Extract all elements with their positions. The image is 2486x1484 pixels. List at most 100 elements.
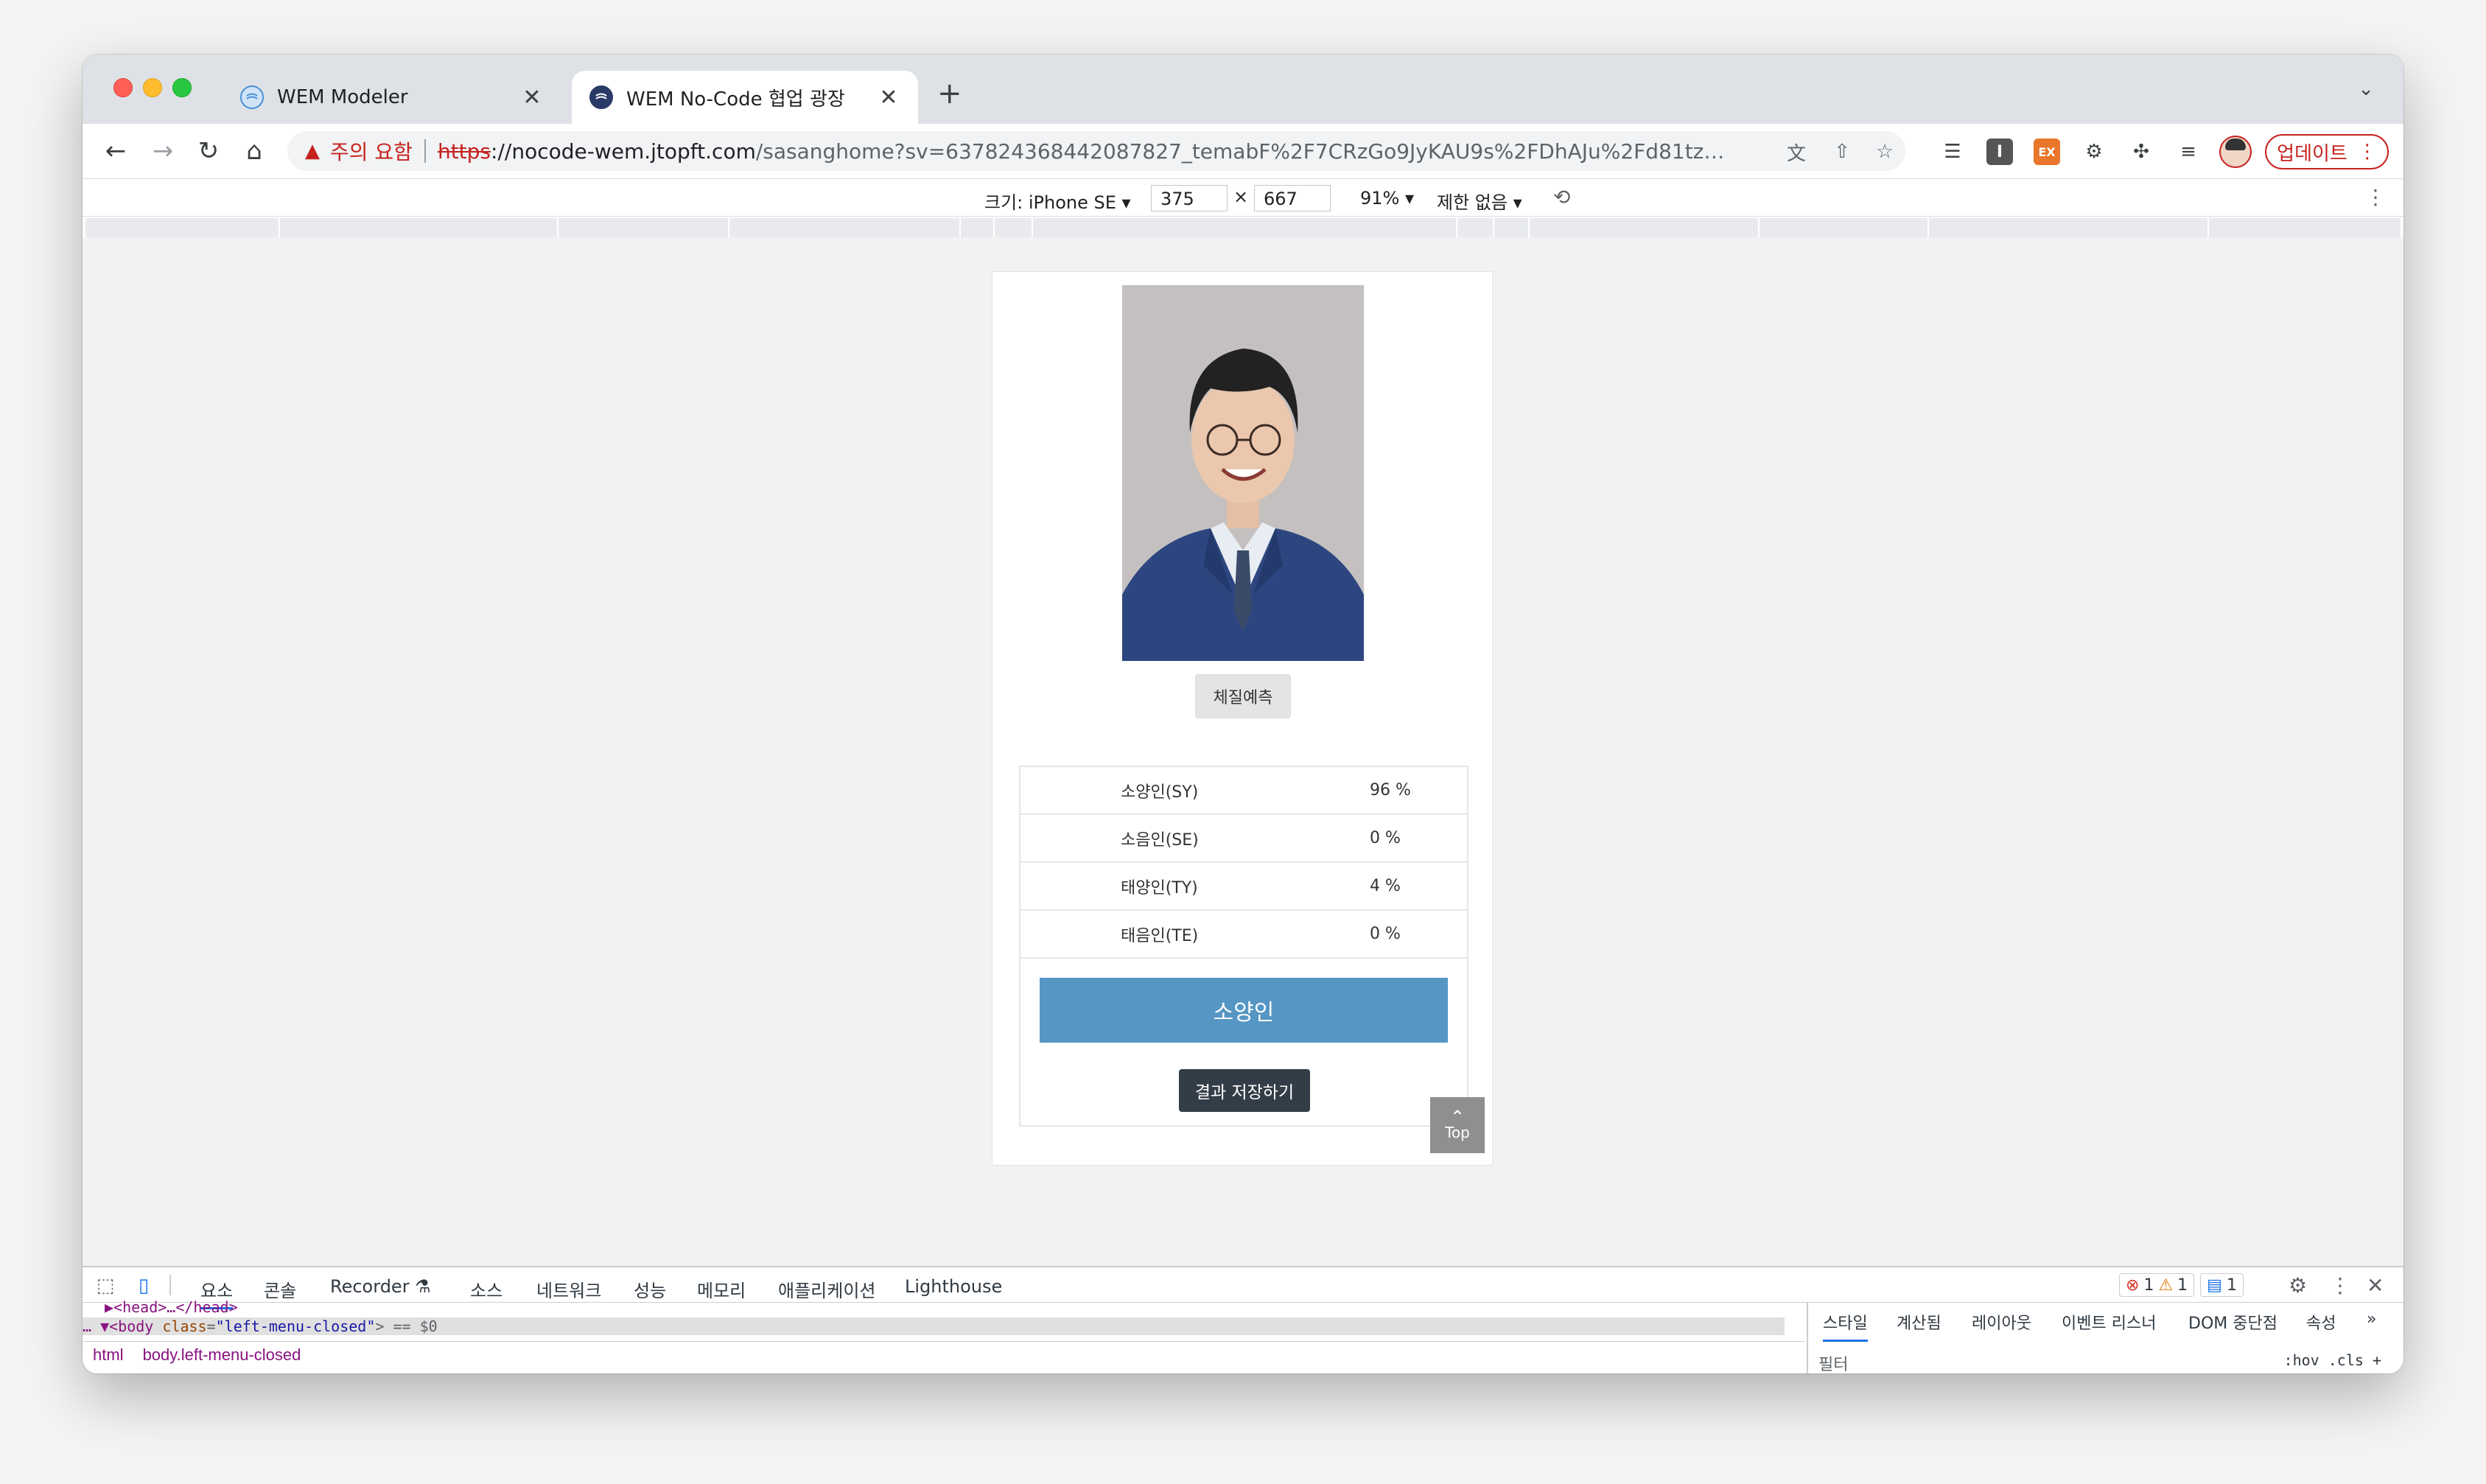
browser-toolbar: ← → ↻ ⌂ ▲ 주의 요함 https ://nocode-wem.jtop… [83, 124, 2403, 178]
code-attr: class [162, 1317, 207, 1335]
devtools-tabbar: ⬚ ▯ 요소 콘솔 Recorder ⚗ 소스 네트워크 성능 메모리 애플리케… [83, 1267, 2403, 1309]
predict-constitution-button[interactable]: 체질예측 [1195, 674, 1291, 718]
mobile-page: 체질예측 소양인(SY) 96 % 소음인(SE) 0 % 태양인(TY) 4 … [992, 271, 1493, 1166]
dom-node-head[interactable]: ▶<head>…</head> [105, 1298, 238, 1316]
tab-wem-modeler[interactable]: WEM Modeler ✕ [223, 71, 561, 124]
result-card: 소양인(SY) 96 % 소음인(SE) 0 % 태양인(TY) 4 % 태음인… [1019, 766, 1468, 1127]
tab-memory[interactable]: 메모리 [697, 1276, 746, 1302]
styles-filter-input[interactable]: 필터 [1818, 1351, 1848, 1373]
more-tabs-icon[interactable]: » [2367, 1310, 2376, 1329]
constitution-percent: 0 % [1370, 925, 1401, 943]
address-bar[interactable]: ▲ 주의 요함 https ://nocode-wem.jtopft.com /… [287, 131, 1905, 171]
gear-icon[interactable]: ⚙ [2081, 139, 2107, 165]
tab-console[interactable]: 콘솔 [264, 1276, 296, 1302]
translate-icon[interactable]: 文 [1783, 139, 1810, 165]
constitution-percent: 0 % [1370, 829, 1401, 847]
kebab-icon: ⋮ [2357, 141, 2377, 163]
zoom-window-button[interactable] [172, 78, 192, 97]
extension-i-icon[interactable]: I [1986, 139, 2013, 165]
chevron-up-icon: ⌃ [1449, 1107, 1466, 1127]
tab-strip: WEM Modeler ✕ WEM No-Code 협업 광장 ✕ + ⌄ [83, 55, 2403, 124]
tab-recorder[interactable]: Recorder ⚗ [330, 1276, 431, 1297]
error-counter[interactable]: ⊗ 1 ⚠ 1 [2119, 1273, 2195, 1297]
tab-network[interactable]: 네트워크 [536, 1276, 601, 1302]
message-counter[interactable]: ▤ 1 [2200, 1273, 2244, 1297]
device-height-input[interactable]: 667 [1254, 185, 1331, 211]
code-suffix: > == $0 [375, 1317, 438, 1335]
update-button[interactable]: 업데이트 ⋮ [2265, 134, 2389, 169]
tab-performance[interactable]: 성능 [634, 1276, 666, 1302]
save-result-button[interactable]: 결과 저장하기 [1179, 1069, 1310, 1112]
extension-ex-icon[interactable]: EX [2034, 139, 2060, 165]
tab-application[interactable]: 애플리케이션 [778, 1276, 875, 1302]
rotate-icon[interactable]: ⟲ [1553, 185, 1570, 209]
close-icon[interactable]: ✕ [2367, 1273, 2384, 1298]
divider [169, 1275, 171, 1295]
scroll-top-button[interactable]: ⌃ Top [1430, 1097, 1485, 1153]
code-value: "left-menu-closed" [215, 1317, 376, 1335]
warning-icon: ▲ [305, 140, 320, 162]
error-count: 1 [2143, 1275, 2154, 1295]
code-prefix: … ▼<body [83, 1317, 163, 1335]
settings-gear-icon[interactable]: ⚙ [2289, 1273, 2307, 1298]
result-banner: 소양인 [1040, 978, 1448, 1043]
url-host: ://nocode-wem.jtopft.com [491, 139, 756, 164]
back-icon[interactable]: ← [99, 134, 133, 168]
browser-window: WEM Modeler ✕ WEM No-Code 협업 광장 ✕ + ⌄ ← … [83, 55, 2403, 1373]
issue-counters[interactable]: ⊗ 1 ⚠ 1 ▤ 1 [2119, 1273, 2244, 1297]
close-tab-icon[interactable]: ✕ [877, 85, 900, 111]
tab-event-listeners[interactable]: 이벤트 리스너 [2062, 1310, 2156, 1334]
inspect-element-icon[interactable]: ⬚ [93, 1273, 118, 1298]
media-query-bar[interactable] [85, 218, 2401, 237]
device-viewport: 체질예측 소양인(SY) 96 % 소음인(SE) 0 % 태양인(TY) 4 … [83, 237, 2403, 1266]
reload-icon[interactable]: ↻ [192, 134, 225, 168]
table-row: 소양인(SY) 96 % [1020, 767, 1467, 815]
device-size-select[interactable]: 크기: iPhone SE ▾ [984, 188, 1131, 214]
tab-dom-breakpoints[interactable]: DOM 중단점 [2188, 1310, 2277, 1334]
breadcrumb-item[interactable]: body.left-menu-closed [143, 1345, 301, 1365]
avatar[interactable] [2219, 136, 2252, 168]
divider [424, 139, 426, 163]
tab-layout[interactable]: 레이아웃 [1972, 1310, 2031, 1334]
warning-count: 1 [2177, 1275, 2188, 1295]
dom-node-body[interactable]: … ▼<body class="left-menu-closed"> == $0 [83, 1317, 1785, 1335]
table-row: 소음인(SE) 0 % [1020, 815, 1467, 863]
constitution-percent: 96 % [1370, 781, 1411, 799]
tab-sources[interactable]: 소스 [470, 1276, 503, 1302]
more-options-icon[interactable]: ⋮ [2365, 185, 2386, 209]
error-icon: ⊗ [2126, 1275, 2140, 1295]
device-width-input[interactable]: 375 [1151, 185, 1228, 211]
close-window-button[interactable] [113, 78, 133, 97]
style-tools[interactable]: :hov .cls + [2284, 1351, 2381, 1369]
puzzle-icon[interactable]: ✣ [2128, 139, 2154, 165]
media-queue-icon[interactable]: ≡ [2175, 139, 2202, 165]
share-icon[interactable]: ⇧ [1829, 139, 1855, 165]
zoom-select[interactable]: 91% ▾ [1360, 188, 1414, 209]
throttle-select[interactable]: 제한 없음 ▾ [1437, 188, 1522, 214]
message-count: 1 [2226, 1275, 2237, 1295]
new-tab-button[interactable]: + [937, 77, 962, 111]
tab-search-icon[interactable]: ⌄ [2358, 78, 2374, 100]
device-toggle-icon[interactable]: ▯ [131, 1273, 156, 1298]
security-warning[interactable]: 주의 요함 [330, 136, 413, 166]
minimize-window-button[interactable] [143, 78, 162, 97]
tab-computed[interactable]: 계산됨 [1897, 1310, 1941, 1334]
url-path: /sasanghome?sv=637824368442087827_temabF… [755, 139, 1726, 164]
constitution-type: 태양인(TY) [1121, 878, 1198, 897]
tab-styles[interactable]: 스타일 [1823, 1310, 1868, 1342]
reading-list-icon[interactable]: ☰ [1939, 139, 1966, 165]
top-label: Top [1445, 1124, 1470, 1141]
home-icon[interactable]: ⌂ [237, 134, 271, 168]
tab-properties[interactable]: 속성 [2306, 1310, 2336, 1334]
constitution-type: 소음인(SE) [1121, 830, 1199, 850]
close-tab-icon[interactable]: ✕ [520, 85, 544, 111]
breadcrumb-item[interactable]: html [93, 1345, 124, 1365]
tab-wem-nocode[interactable]: WEM No-Code 협업 광장 ✕ [572, 71, 918, 124]
more-options-icon[interactable]: ⋮ [2330, 1273, 2350, 1298]
tab-title: WEM Modeler [277, 86, 408, 108]
forward-icon[interactable]: → [146, 134, 180, 168]
bookmark-star-icon[interactable]: ☆ [1871, 139, 1898, 165]
warning-icon: ⚠ [2158, 1275, 2174, 1295]
tab-lighthouse[interactable]: Lighthouse [905, 1276, 1002, 1297]
result-table: 소양인(SY) 96 % 소음인(SE) 0 % 태양인(TY) 4 % 태음인… [1020, 767, 1467, 959]
